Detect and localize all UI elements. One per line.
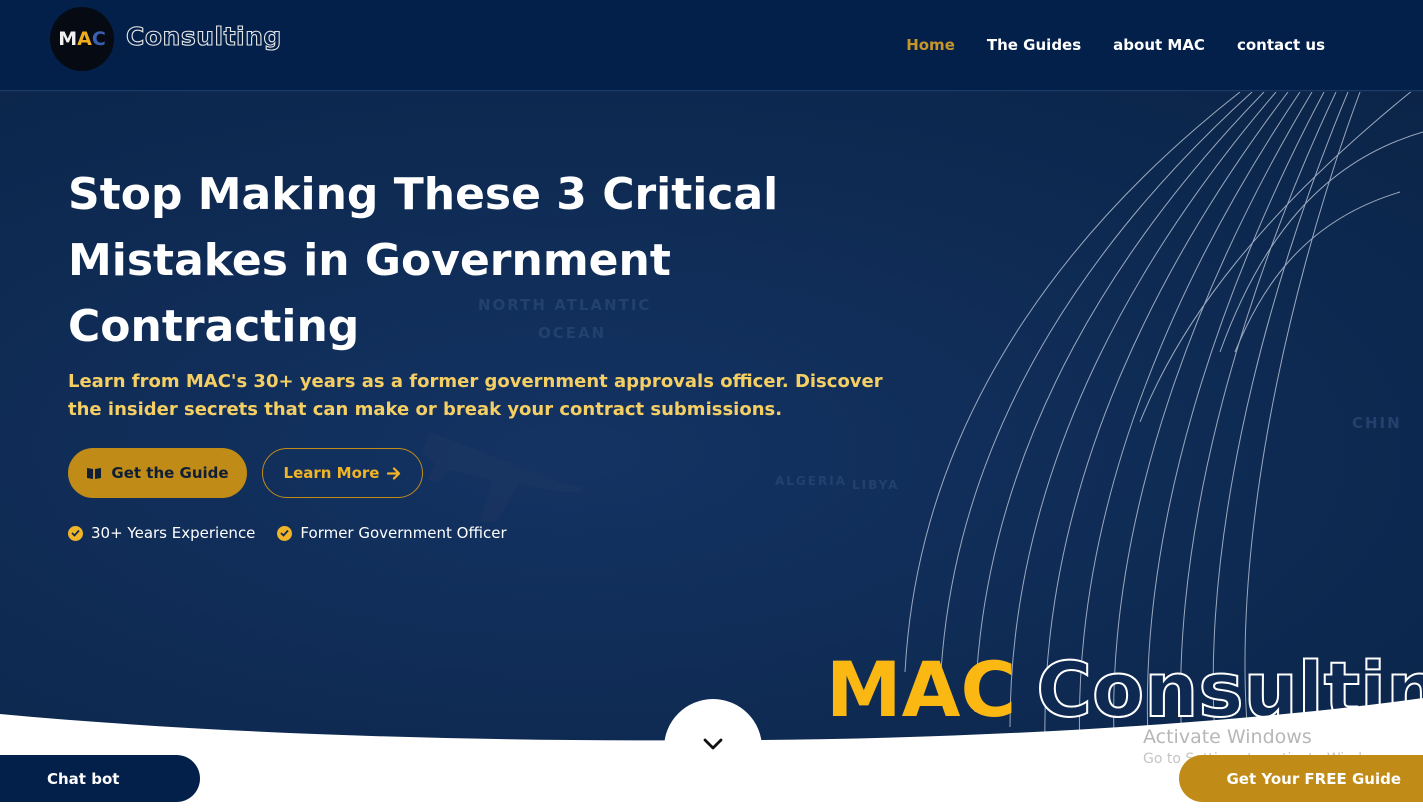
hero-subheadline: Learn from MAC's 30+ years as a former g… <box>68 371 883 420</box>
trust-badges: 30+ Years Experience Former Government O… <box>68 524 507 542</box>
logo-letter-a: A <box>77 28 92 50</box>
chat-bot-button[interactable]: Chat bot <box>0 755 200 802</box>
badge-experience: 30+ Years Experience <box>68 524 255 542</box>
logo-letter-c: C <box>91 28 106 50</box>
page: MAC Consulting Home The Guides about MAC… <box>0 0 1423 811</box>
badge-former-officer: Former Government Officer <box>277 524 507 542</box>
nav-the-guides[interactable]: The Guides <box>987 36 1081 54</box>
map-label: ALGERIA <box>775 474 847 488</box>
learn-more-button[interactable]: Learn More <box>262 448 423 498</box>
check-circle-icon <box>68 525 83 541</box>
activate-windows-title: Activate Windows <box>1143 726 1312 748</box>
badge-experience-label: 30+ Years Experience <box>91 524 256 542</box>
free-guide-button[interactable]: Get Your FREE Guide <box>1179 755 1423 802</box>
nav-about-mac[interactable]: about MAC <box>1113 36 1205 54</box>
hero-headline: Stop Making These 3 Critical Mistakes in… <box>68 169 779 352</box>
logo-wordmark[interactable]: Consulting <box>125 21 281 51</box>
site-header: MAC Consulting Home The Guides about MAC… <box>0 0 1423 91</box>
logo-letter-m: M <box>58 28 78 50</box>
scroll-down-button[interactable] <box>664 699 762 797</box>
learn-more-label: Learn More <box>283 464 380 482</box>
get-the-guide-button[interactable]: Get the Guide <box>68 448 247 498</box>
nav-home[interactable]: Home <box>906 36 955 54</box>
logo[interactable]: MAC <box>50 7 114 71</box>
book-icon <box>87 467 102 479</box>
badge-former-officer-label: Former Government Officer <box>300 524 507 542</box>
check-circle-icon <box>277 525 293 541</box>
get-the-guide-label: Get the Guide <box>111 464 229 482</box>
nav-contact-us[interactable]: contact us <box>1237 36 1325 54</box>
chevron-down-icon <box>703 738 723 750</box>
arrow-right-icon <box>387 466 401 480</box>
main-nav: Home The Guides about MAC contact us <box>906 36 1325 54</box>
